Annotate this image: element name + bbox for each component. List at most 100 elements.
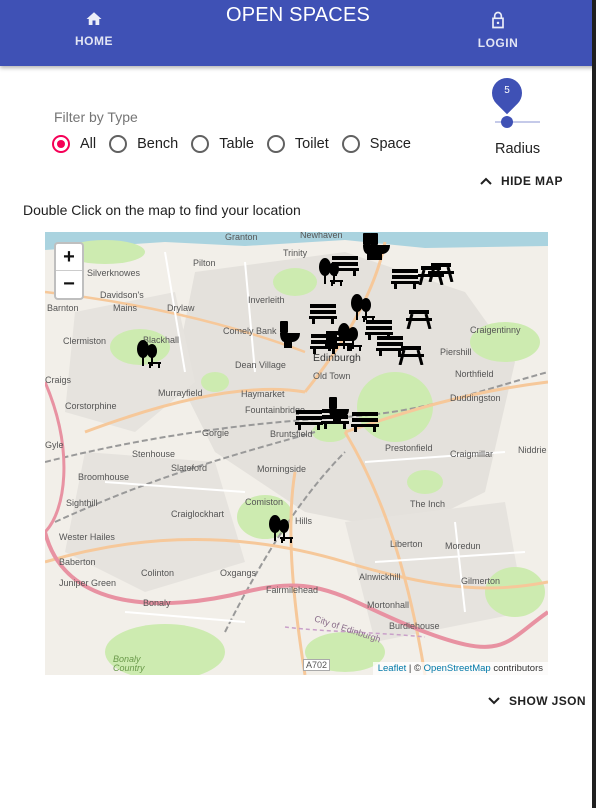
radio-circle[interactable] (191, 135, 210, 153)
marker-table[interactable] (428, 262, 454, 287)
marker-bench[interactable] (309, 302, 337, 329)
home-label: HOME (75, 34, 113, 48)
zoom-in-button[interactable]: + (56, 244, 82, 271)
radio-circle[interactable] (109, 135, 128, 153)
attribution-sep: | © (406, 663, 424, 674)
filter-label: Filter by Type (54, 109, 138, 125)
slider-value: 5 (504, 85, 510, 96)
app-bar: OPEN SPACES HOME LOGIN (0, 0, 596, 66)
place-label: Mains (113, 303, 138, 313)
leaflet-link[interactable]: Leaflet (378, 663, 407, 674)
radio-all[interactable]: All (52, 135, 96, 153)
map-hint: Double Click on the map to find your loc… (23, 202, 301, 218)
marker-space[interactable] (134, 340, 162, 373)
place-label: Gilmerton (461, 576, 501, 586)
marker-toilet[interactable] (327, 396, 351, 429)
login-button[interactable]: LOGIN (458, 10, 538, 50)
place-label: Hills (295, 516, 312, 526)
radio-label: Bench (137, 136, 179, 152)
place-label: Baberton (59, 557, 96, 567)
map[interactable]: Granton Newhaven Trinity Pilton Silverkn… (45, 232, 548, 675)
marker-toilet[interactable] (278, 320, 302, 353)
marker-space[interactable] (316, 258, 344, 291)
place-label: Trinity (283, 248, 308, 258)
place-label: Barnton (47, 303, 79, 313)
marker-bench[interactable] (295, 408, 323, 435)
place-label: Northfield (455, 369, 494, 379)
place-label: Murrayfield (158, 388, 203, 398)
place-label: Granton (225, 232, 258, 242)
osm-link[interactable]: OpenStreetMap (424, 663, 491, 674)
place-label: Comiston (245, 497, 284, 507)
place-label: Liberton (390, 539, 423, 549)
place-label: Davidson's (100, 290, 144, 300)
place-label: Inverleith (248, 295, 285, 305)
place-label: Haymarket (241, 389, 285, 399)
marker-space[interactable] (266, 515, 294, 548)
place-label: Moredun (445, 541, 481, 551)
marker-bench[interactable] (391, 267, 419, 294)
login-label: LOGIN (477, 36, 519, 50)
place-label: The Inch (410, 499, 446, 509)
radio-label: Table (219, 136, 254, 152)
marker-bench[interactable] (351, 410, 379, 437)
radio-circle[interactable] (266, 135, 285, 153)
place-label: Morningside (257, 464, 307, 474)
show-json-label: SHOW JSON (509, 694, 586, 708)
place-label: Silverknowes (87, 268, 141, 278)
place-label: Prestonfield (385, 443, 433, 453)
place-label: Wester Hailes (59, 532, 115, 542)
place-label: Niddrie (518, 445, 547, 455)
chevron-down-icon (488, 697, 500, 705)
hide-map-label: HIDE MAP (501, 174, 563, 188)
marker-bench[interactable] (376, 334, 404, 361)
radio-table[interactable]: Table (191, 135, 254, 153)
place-label: Newhaven (300, 232, 343, 240)
place-label: Burdiehouse (389, 621, 440, 631)
place-label: Bonaly (143, 598, 171, 608)
home-icon (86, 12, 102, 25)
place-label: Mortonhall (367, 600, 410, 610)
place-label: Clermiston (63, 336, 107, 346)
radio-toilet[interactable]: Toilet (266, 135, 329, 153)
hide-map-button[interactable]: HIDE MAP (480, 174, 563, 188)
place-label: Dean Village (235, 360, 286, 370)
place-label: Colinton (141, 568, 175, 578)
place-label: Duddingston (450, 393, 501, 403)
place-label: Gyle (45, 440, 64, 450)
lock-icon (492, 11, 504, 29)
road-label: A702 (303, 659, 331, 671)
place-label: Gorgie (202, 428, 230, 438)
place-label: Piershill (440, 347, 472, 357)
place-label: Bonaly Country (113, 654, 145, 673)
place-label: Drylaw (167, 303, 195, 313)
slider-thumb[interactable] (501, 116, 513, 128)
radio-circle[interactable] (52, 135, 70, 153)
radio-label: Toilet (294, 136, 329, 152)
marker-table[interactable] (406, 309, 432, 334)
radio-bench[interactable]: Bench (109, 135, 178, 153)
radio-space[interactable]: Space (341, 135, 411, 153)
marker-toilet[interactable] (368, 232, 392, 265)
type-filter-radio-group: All Bench Table Toilet Space (52, 133, 424, 155)
place-label: Comely Bank (223, 326, 277, 336)
place-label: Craigmillar (450, 449, 494, 459)
place-label: Stenhouse (132, 449, 176, 459)
home-button[interactable]: HOME (54, 10, 134, 48)
place-label: Juniper Green (59, 578, 117, 588)
place-label: Craigs (45, 375, 72, 385)
place-label: Craiglockhart (171, 509, 225, 519)
place-label: Fairmilehead (266, 585, 319, 595)
zoom-control: + − (54, 242, 84, 300)
place-label: Sighthill (66, 498, 98, 508)
zoom-out-button[interactable]: − (56, 271, 82, 298)
radio-circle[interactable] (341, 135, 360, 153)
place-label: Old Town (313, 371, 351, 381)
marker-bench[interactable] (325, 329, 353, 356)
chevron-up-icon (480, 177, 492, 185)
place-label: Craigentinny (470, 325, 521, 335)
place-label: Corstorphine (65, 401, 117, 411)
radio-label: Space (369, 136, 411, 152)
place-label: Slateford (171, 463, 208, 473)
show-json-button[interactable]: SHOW JSON (488, 694, 586, 708)
